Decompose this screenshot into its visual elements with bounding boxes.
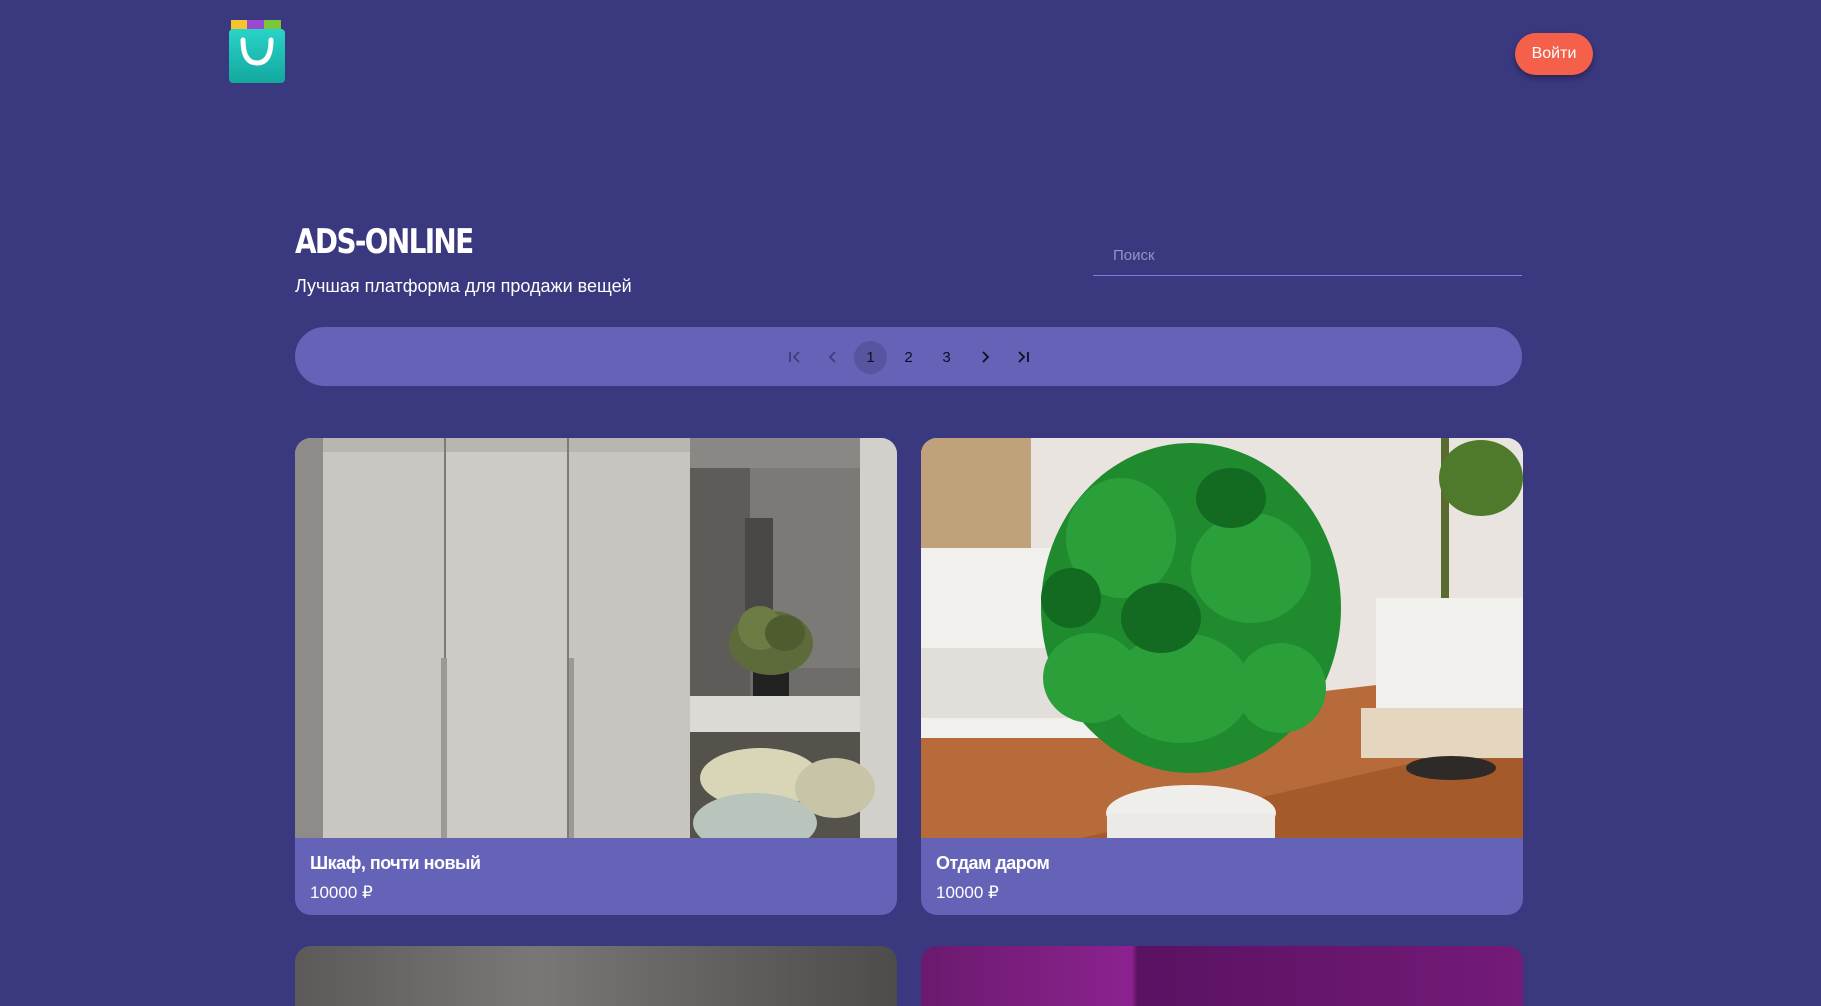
- ad-card[interactable]: Отдам даром 10000 ₽: [921, 438, 1523, 915]
- first-page-icon[interactable]: [778, 341, 811, 374]
- search-input[interactable]: [1093, 236, 1522, 276]
- ad-title: Отдам даром: [936, 853, 1050, 873]
- shopping-bag-icon[interactable]: [228, 18, 286, 84]
- header: Войти: [0, 0, 1821, 100]
- ad-card[interactable]: Шкаф, почти новый 10000 ₽: [295, 438, 897, 915]
- ad-card[interactable]: [295, 946, 897, 1006]
- hero-section: ADS-ONLINE Лучшая платформа для продажи …: [295, 218, 1522, 308]
- last-page-icon[interactable]: [1006, 341, 1039, 374]
- ad-card[interactable]: [921, 946, 1523, 1006]
- pagination-bar: 1 2 3: [295, 327, 1522, 386]
- chevron-right-icon[interactable]: [968, 341, 1001, 374]
- ad-price: 10000 ₽: [310, 883, 373, 902]
- page-button-2[interactable]: 2: [892, 341, 925, 374]
- page-button-1[interactable]: 1: [854, 340, 887, 374]
- wardrobe-photo: [295, 438, 897, 838]
- chevron-left-icon[interactable]: [816, 341, 849, 374]
- ad-title: Шкаф, почти новый: [310, 853, 481, 873]
- site-subtitle: Лучшая платформа для продажи вещей: [295, 276, 632, 296]
- login-button[interactable]: Войти: [1515, 33, 1593, 75]
- page-button-3[interactable]: 3: [930, 341, 963, 374]
- pagination: 1 2 3: [778, 340, 1044, 374]
- site-title: ADS-ONLINE: [295, 222, 474, 262]
- plant-photo: [921, 438, 1523, 838]
- ad-price: 10000 ₽: [936, 883, 999, 902]
